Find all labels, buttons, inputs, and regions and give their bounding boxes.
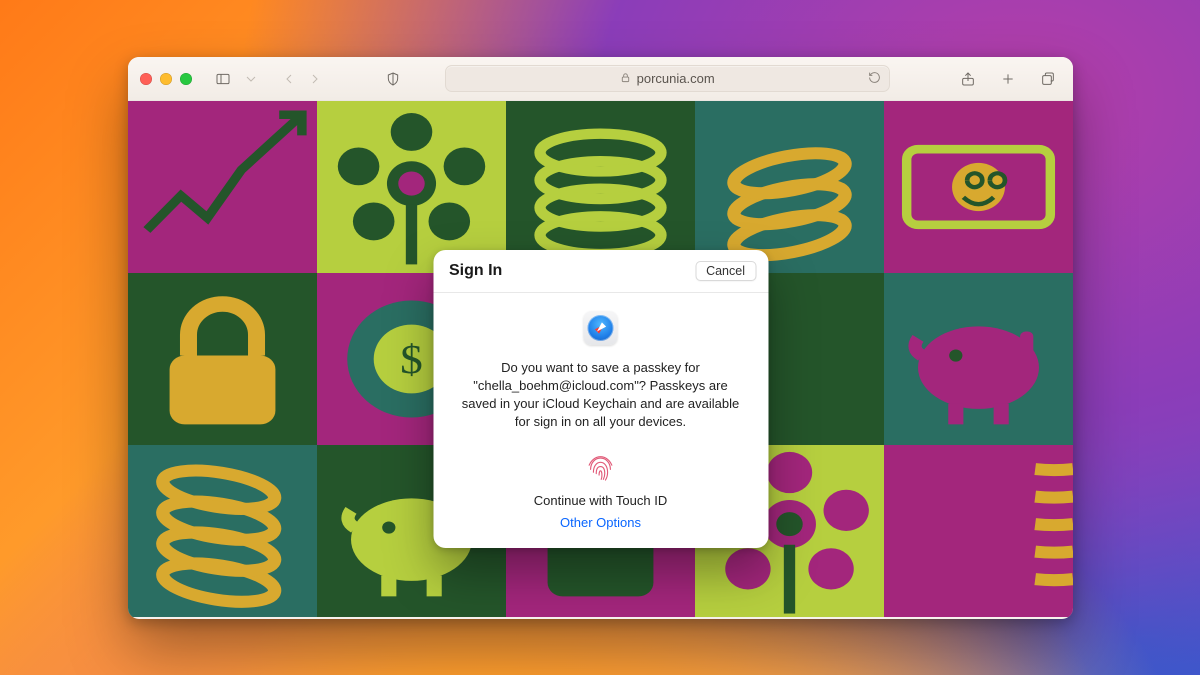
dialog-title: Sign In	[449, 262, 502, 280]
browser-toolbar: porcunia.com	[128, 57, 1073, 101]
sidebar-toggle-button[interactable]	[210, 66, 236, 92]
cancel-button[interactable]: Cancel	[695, 261, 756, 281]
other-options-link[interactable]: Other Options	[560, 515, 641, 530]
passkey-dialog: Sign In Cancel Do you want to save a pas…	[433, 250, 768, 548]
new-tab-button[interactable]	[995, 66, 1021, 92]
share-button[interactable]	[955, 66, 981, 92]
svg-text:$: $	[400, 337, 423, 383]
webpage-viewport: $ Sign In Cancel Do you want to save a p…	[128, 101, 1073, 619]
safari-app-icon	[584, 311, 618, 345]
privacy-shield-button[interactable]	[380, 66, 406, 92]
compass-icon	[588, 315, 614, 341]
safari-window: porcunia.com $	[128, 57, 1073, 619]
back-button[interactable]	[276, 66, 302, 92]
lock-icon	[620, 71, 631, 86]
touch-id-label: Continue with Touch ID	[449, 493, 752, 508]
dialog-header: Sign In Cancel	[433, 250, 768, 293]
zoom-window-button[interactable]	[180, 73, 192, 85]
close-window-button[interactable]	[140, 73, 152, 85]
minimize-window-button[interactable]	[160, 73, 172, 85]
dialog-message: Do you want to save a passkey for "chell…	[449, 359, 752, 431]
forward-button[interactable]	[302, 66, 328, 92]
touch-id-icon[interactable]	[584, 451, 618, 485]
tab-group-menu-button[interactable]	[238, 66, 264, 92]
tab-overview-button[interactable]	[1035, 66, 1061, 92]
window-controls	[140, 73, 192, 85]
reload-button[interactable]	[868, 71, 881, 87]
address-bar-domain: porcunia.com	[637, 71, 715, 86]
address-bar[interactable]: porcunia.com	[445, 65, 890, 92]
